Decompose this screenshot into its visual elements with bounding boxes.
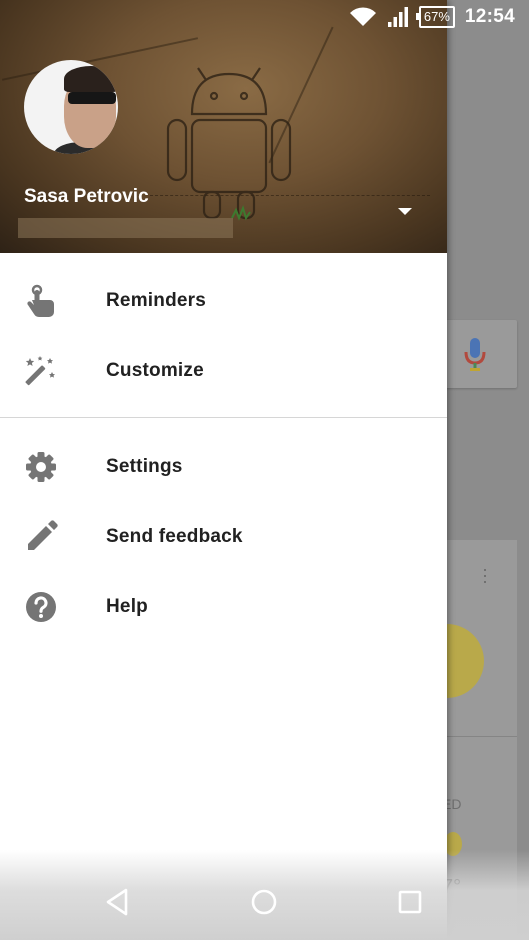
pencil-icon [28, 520, 58, 550]
menu-item-label: Reminders [106, 290, 207, 311]
menu-item-label: Send feedback [106, 526, 243, 547]
menu-item-settings[interactable]: Settings [0, 432, 447, 502]
menu-item-label: Customize [106, 360, 204, 381]
more-vert-icon: · · · [482, 559, 488, 591]
menu-item-customize[interactable]: Customize [0, 336, 447, 406]
card-divider [440, 736, 517, 737]
magic-wand-icon [25, 356, 55, 386]
user-name[interactable]: Sasa Petrovic [24, 186, 149, 208]
recent-apps-icon[interactable] [390, 882, 430, 922]
account-email-redacted[interactable] [18, 218, 233, 238]
wifi-icon [349, 7, 376, 26]
home-icon[interactable] [244, 882, 284, 922]
avatar-glasses [68, 92, 116, 104]
status-bar: 67% 12:54 [0, 0, 529, 38]
gear-icon [26, 452, 56, 482]
user-avatar[interactable] [24, 60, 118, 154]
microphone-icon [464, 338, 486, 371]
menu-item-label: Help [106, 596, 148, 617]
back-icon[interactable] [98, 882, 138, 922]
background-search-bar [440, 320, 517, 388]
navigation-drawer: Sasa Petrovic Reminders Customize Settin… [0, 0, 447, 940]
account-dropdown-arrow-icon[interactable] [398, 208, 412, 215]
menu-item-label: Settings [106, 456, 183, 477]
clock: 12:54 [464, 6, 515, 27]
system-nav-bar [0, 850, 529, 940]
reminder-finger-icon [27, 284, 54, 317]
android-robot-drawing [166, 67, 292, 221]
cell-signal-icon [387, 7, 408, 27]
help-icon [26, 592, 56, 622]
avatar-hair [64, 66, 118, 92]
menu-item-help[interactable]: Help [0, 572, 447, 642]
battery-indicator: 67% [415, 6, 455, 28]
menu-divider [0, 417, 447, 418]
menu-item-reminders[interactable]: Reminders [0, 266, 447, 336]
menu-item-send-feedback[interactable]: Send feedback [0, 502, 447, 572]
